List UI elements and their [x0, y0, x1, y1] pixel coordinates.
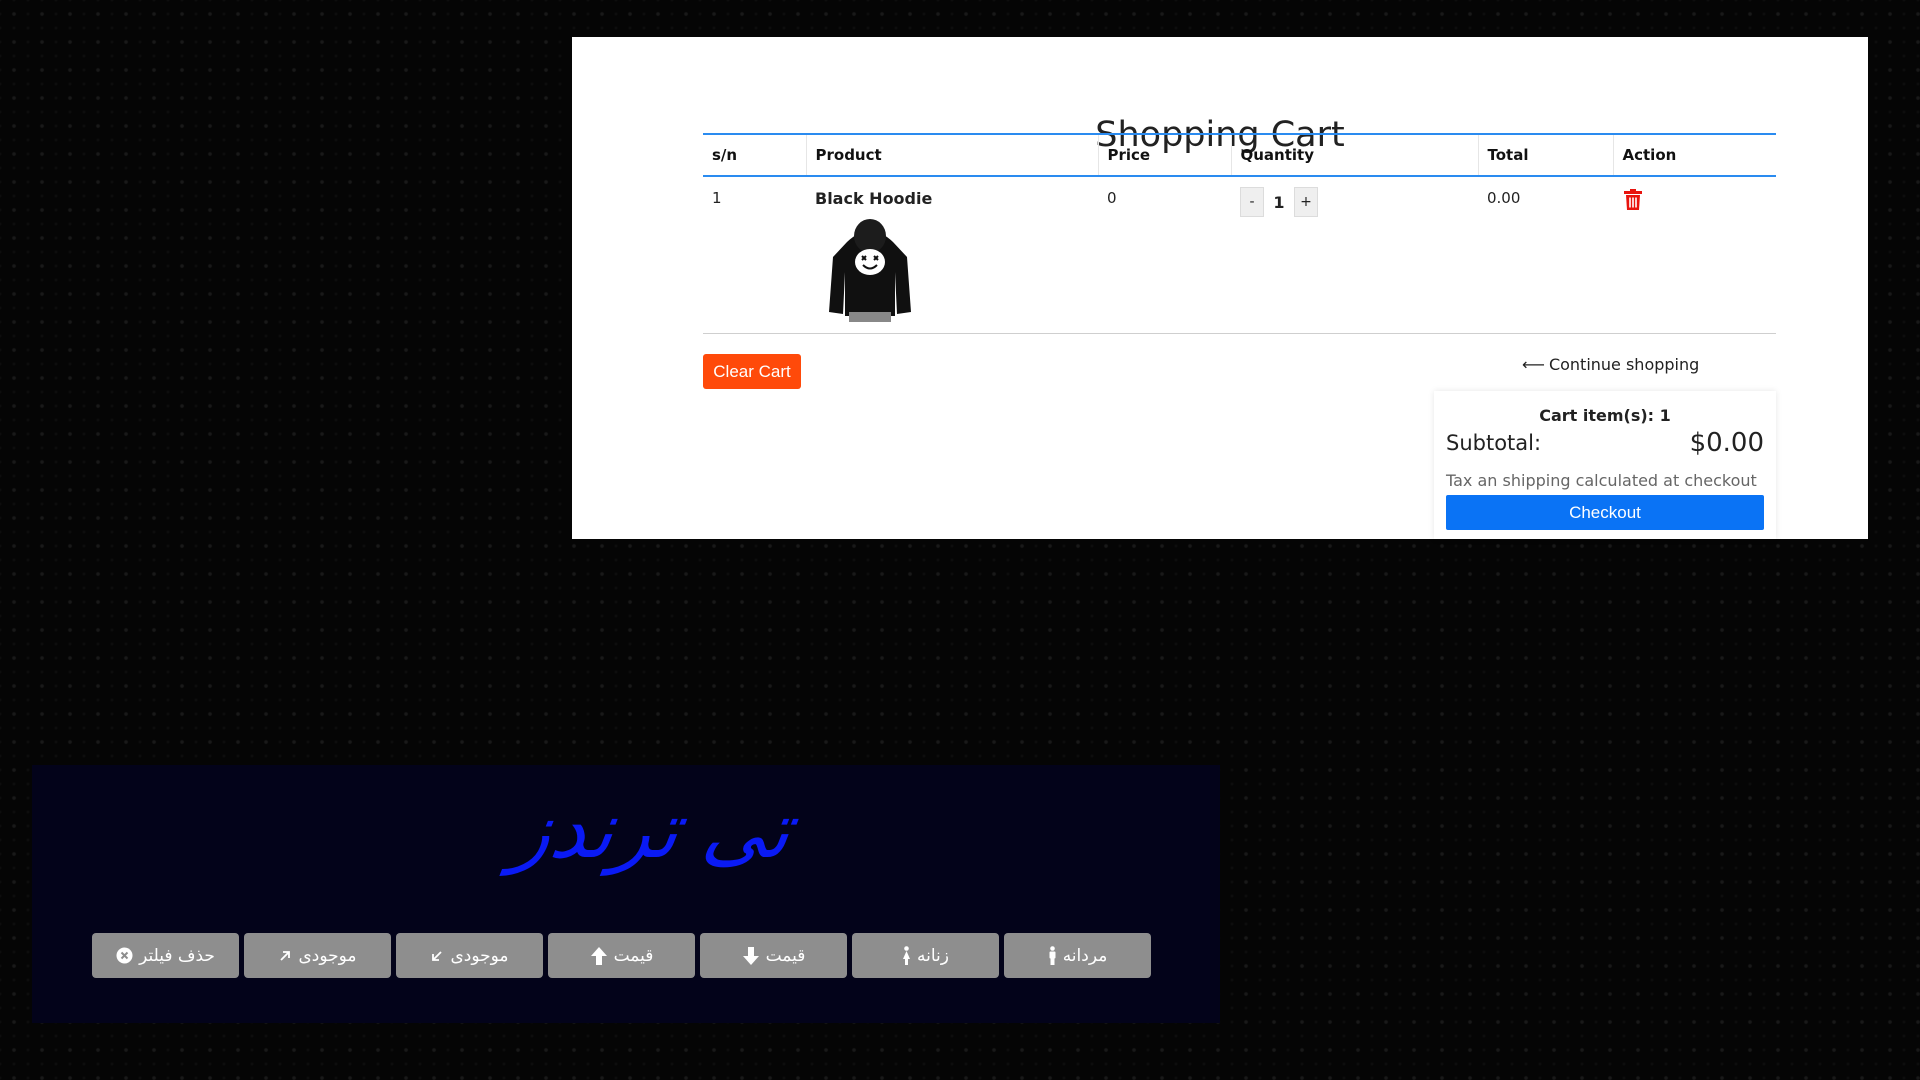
- men-filter-label: مردانه: [1062, 945, 1108, 966]
- arrow-down-icon: [742, 946, 760, 966]
- row-action: [1613, 176, 1776, 334]
- table-row: 1 Black Hoodie 0 - 1 + 0.00: [703, 176, 1776, 334]
- clear-cart-button[interactable]: Clear Cart: [703, 354, 801, 389]
- arrow-down-left-icon: [430, 949, 444, 963]
- continue-shopping-label: Continue shopping: [1548, 355, 1700, 374]
- brand-logo: تی ترندز: [507, 786, 797, 876]
- row-product: Black Hoodie: [806, 176, 1098, 334]
- row-sn: 1: [703, 176, 806, 334]
- arrow-up-icon: [590, 946, 608, 966]
- row-quantity: - 1 +: [1231, 176, 1478, 334]
- filter-panel: تی ترندز حذف فیلتر موجودی موجودی قیمت قی…: [32, 765, 1220, 1023]
- column-header-quantity: Quantity: [1231, 133, 1479, 177]
- column-header-price: Price: [1098, 133, 1232, 177]
- row-price: 0: [1098, 176, 1231, 334]
- tax-note: Tax an shipping calculated at checkout: [1446, 471, 1757, 490]
- remove-filter-button[interactable]: حذف فیلتر: [92, 933, 239, 978]
- row-total: 0.00: [1478, 176, 1613, 334]
- price-low-label: قیمت: [765, 945, 806, 966]
- cart-summary: Cart item(s): 1 Subtotal: $0.00 Tax an s…: [1434, 391, 1776, 539]
- trash-icon[interactable]: [1624, 189, 1642, 214]
- stock-descending-button[interactable]: موجودی: [244, 933, 391, 978]
- checkout-button[interactable]: Checkout: [1446, 495, 1764, 530]
- price-low-button[interactable]: قیمت: [700, 933, 847, 978]
- price-high-button[interactable]: قیمت: [548, 933, 695, 978]
- arrow-up-right-icon: [278, 949, 292, 963]
- remove-filter-label: حذف فیلتر: [139, 945, 215, 966]
- price-high-label: قیمت: [613, 945, 654, 966]
- women-filter-button[interactable]: زنانه: [852, 933, 999, 978]
- clear-circle-icon: [116, 947, 133, 964]
- column-header-action: Action: [1613, 133, 1776, 177]
- subtotal-value: $0.00: [1689, 428, 1764, 458]
- woman-icon: [902, 946, 911, 965]
- stock-ascending-label: موجودی: [450, 945, 509, 966]
- subtotal-label: Subtotal:: [1446, 431, 1542, 455]
- table-header-row: s/n Product Price Quantity Total Action: [703, 133, 1776, 177]
- column-header-total: Total: [1478, 133, 1614, 177]
- men-filter-button[interactable]: مردانه: [1004, 933, 1151, 978]
- filter-buttons: حذف فیلتر موجودی موجودی قیمت قیمت زنانه …: [92, 933, 1151, 978]
- quantity-value: 1: [1273, 192, 1285, 212]
- continue-shopping-link[interactable]: ⟵ Continue shopping: [1522, 355, 1699, 374]
- column-header-sn: s/n: [703, 133, 807, 177]
- man-icon: [1048, 946, 1057, 965]
- increase-quantity-button[interactable]: +: [1294, 187, 1318, 217]
- women-filter-label: زنانه: [917, 945, 949, 966]
- stock-descending-label: موجودی: [298, 945, 357, 966]
- decrease-quantity-button[interactable]: -: [1240, 187, 1264, 217]
- stock-ascending-button[interactable]: موجودی: [396, 933, 543, 978]
- column-header-product: Product: [806, 133, 1099, 177]
- cart-card: Shopping Cart s/n Product Price Quantity…: [572, 37, 1868, 539]
- cart-table: s/n Product Price Quantity Total Action …: [703, 133, 1776, 334]
- quantity-stepper: - 1 +: [1240, 187, 1469, 217]
- product-image[interactable]: [825, 212, 915, 322]
- product-name[interactable]: Black Hoodie: [815, 189, 1089, 208]
- cart-item-count: Cart item(s): 1: [1539, 406, 1671, 425]
- arrow-left-icon: ⟵: [1522, 355, 1545, 374]
